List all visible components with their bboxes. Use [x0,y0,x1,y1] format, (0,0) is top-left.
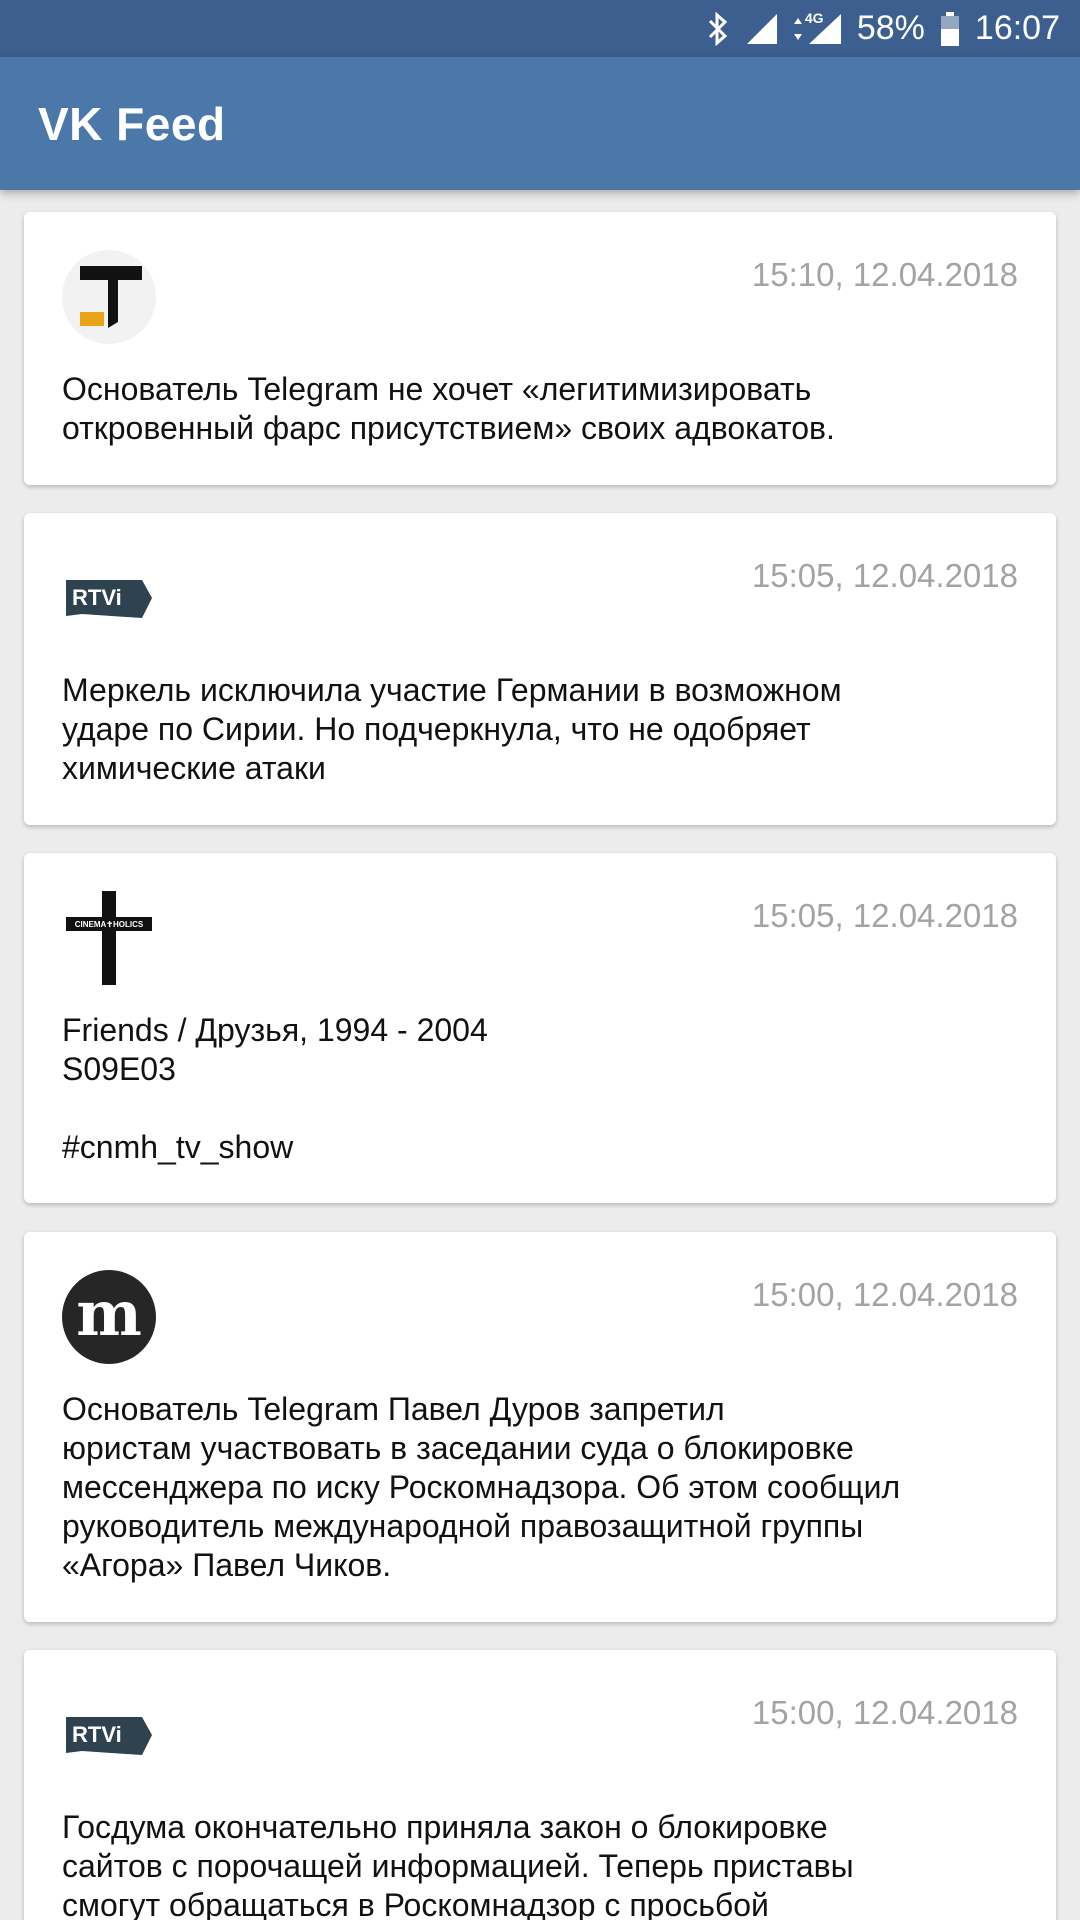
app-bar: VK Feed [0,57,1080,190]
post-timestamp: 15:10, 12.04.2018 [751,256,1018,293]
feed-post[interactable]: m 15:00, 12.04.2018 Основатель Telegram … [24,1232,1056,1622]
rtvi-logo-icon[interactable]: RTVi [62,551,156,645]
post-timestamp: 15:05, 12.04.2018 [751,897,1018,934]
feed-post[interactable]: RTVi 15:05, 12.04.2018 Меркель исключила… [24,513,1056,825]
rtvi-logo-icon[interactable]: RTVi [62,1688,156,1782]
meduza-logo-text: m [76,1277,142,1350]
bluetooth-icon [705,11,731,46]
feed-post[interactable]: 15:10, 12.04.2018 Основатель Telegram не… [24,212,1056,485]
signal-icon [745,12,779,46]
battery-percent: 58% [856,9,925,47]
post-text: Основатель Telegram Павел Дуров запретил… [62,1391,901,1583]
rtvi-logo-text: RTVi [72,1722,122,1747]
feed-post[interactable]: CINEMA✝HOLICS 15:05, 12.04.2018 Friends … [24,853,1056,1203]
post-text: Госдума окончательно приняла закон о бло… [62,1809,854,1920]
post-text: Основатель Telegram не хочет «легитимизи… [62,371,835,446]
network-type-label: 4G [804,9,824,26]
app-title: VK Feed [38,97,226,150]
rtvi-logo-text: RTVi [72,585,122,610]
post-timestamp: 15:00, 12.04.2018 [751,1276,1018,1313]
status-bar: 4G 58% 16:07 [0,0,1080,57]
post-timestamp: 15:00, 12.04.2018 [751,1694,1018,1731]
cinemaholics-logo-text: CINEMA✝HOLICS [75,920,144,929]
clock: 16:07 [974,9,1060,47]
feed-post[interactable]: RTVi 15:00, 12.04.2018 Госдума окончател… [24,1650,1056,1920]
news-feed[interactable]: 15:10, 12.04.2018 Основатель Telegram не… [0,190,1080,1920]
post-text: Меркель исключила участие Германии в воз… [62,672,842,786]
post-text: Friends / Друзья, 1994 - 2004 S09E03 #cn… [62,1012,488,1165]
post-timestamp: 15:05, 12.04.2018 [751,557,1018,594]
tj-logo-icon[interactable] [62,250,156,344]
mobile-data-icon: 4G [793,9,843,46]
cinemaholics-logo-icon[interactable]: CINEMA✝HOLICS [62,891,156,985]
meduza-logo-icon[interactable]: m [62,1270,156,1364]
battery-icon [939,11,961,47]
